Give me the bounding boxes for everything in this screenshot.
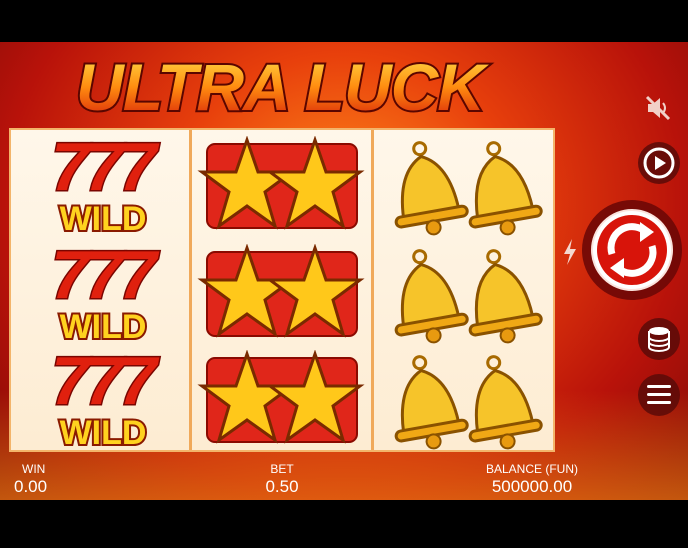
- bell-icon: [394, 141, 469, 236]
- autoplay-button[interactable]: [638, 142, 680, 184]
- sound-toggle-button[interactable]: [638, 88, 678, 128]
- double-bell-symbol: [379, 242, 549, 346]
- balance-display: BALANCE (FUN) 500000.00: [470, 462, 594, 500]
- double-star-symbol: [197, 243, 367, 348]
- wild-label: WILD: [60, 200, 147, 238]
- double-bell-symbol: [379, 348, 549, 452]
- spin-button[interactable]: [582, 200, 682, 300]
- bell-icon: [394, 249, 469, 344]
- double-star-symbol: [197, 349, 367, 454]
- bottom-letterbox: [0, 500, 688, 548]
- bell-icon: [468, 355, 543, 450]
- bell-icon: [468, 141, 543, 236]
- play-circle-icon: [643, 147, 675, 179]
- reel-area: 777 WILD 777 WILD 777 WILD: [9, 128, 555, 455]
- turbo-button[interactable]: [562, 238, 578, 266]
- game-title: ULTRA LUCK: [76, 50, 489, 124]
- win-label: WIN: [22, 462, 46, 476]
- bet-display: BET 0.50: [246, 462, 318, 500]
- hamburger-menu-icon: [647, 385, 671, 404]
- reel-divider: [371, 130, 374, 450]
- wild-digits: 777: [51, 134, 160, 205]
- top-letterbox: [0, 0, 688, 42]
- bet-value: 0.50: [265, 477, 299, 496]
- game-screen: ULTRA LUCK 777 WILD 777 WILD 777 WILD WI…: [0, 0, 688, 548]
- bet-label: BET: [270, 462, 294, 476]
- wild-symbol: 777 WILD: [17, 128, 187, 241]
- spin-arrows-icon: [591, 209, 673, 291]
- double-star-symbol: [197, 135, 367, 240]
- wild-digits: 777: [51, 242, 160, 313]
- sound-muted-icon: [645, 95, 671, 121]
- wild-symbol: 777 WILD: [17, 236, 187, 349]
- wild-label: WILD: [60, 414, 147, 452]
- balance-value: 500000.00: [491, 477, 573, 496]
- bell-icon: [394, 355, 469, 450]
- wild-digits: 777: [51, 348, 160, 419]
- balance-label: BALANCE (FUN): [485, 462, 578, 476]
- wild-symbol: 777 WILD: [17, 342, 187, 455]
- menu-button[interactable]: [638, 374, 680, 416]
- bet-settings-button[interactable]: [638, 318, 680, 360]
- lightning-icon: [564, 239, 576, 265]
- win-display: WIN 0.00: [14, 462, 74, 500]
- coin-stack-icon: [648, 327, 670, 352]
- bell-icon: [468, 249, 543, 344]
- win-value: 0.00: [14, 477, 48, 496]
- wild-label: WILD: [60, 308, 147, 346]
- game-logo: ULTRA LUCK: [74, 48, 492, 124]
- reel-divider: [189, 130, 192, 450]
- double-bell-symbol: [379, 134, 549, 238]
